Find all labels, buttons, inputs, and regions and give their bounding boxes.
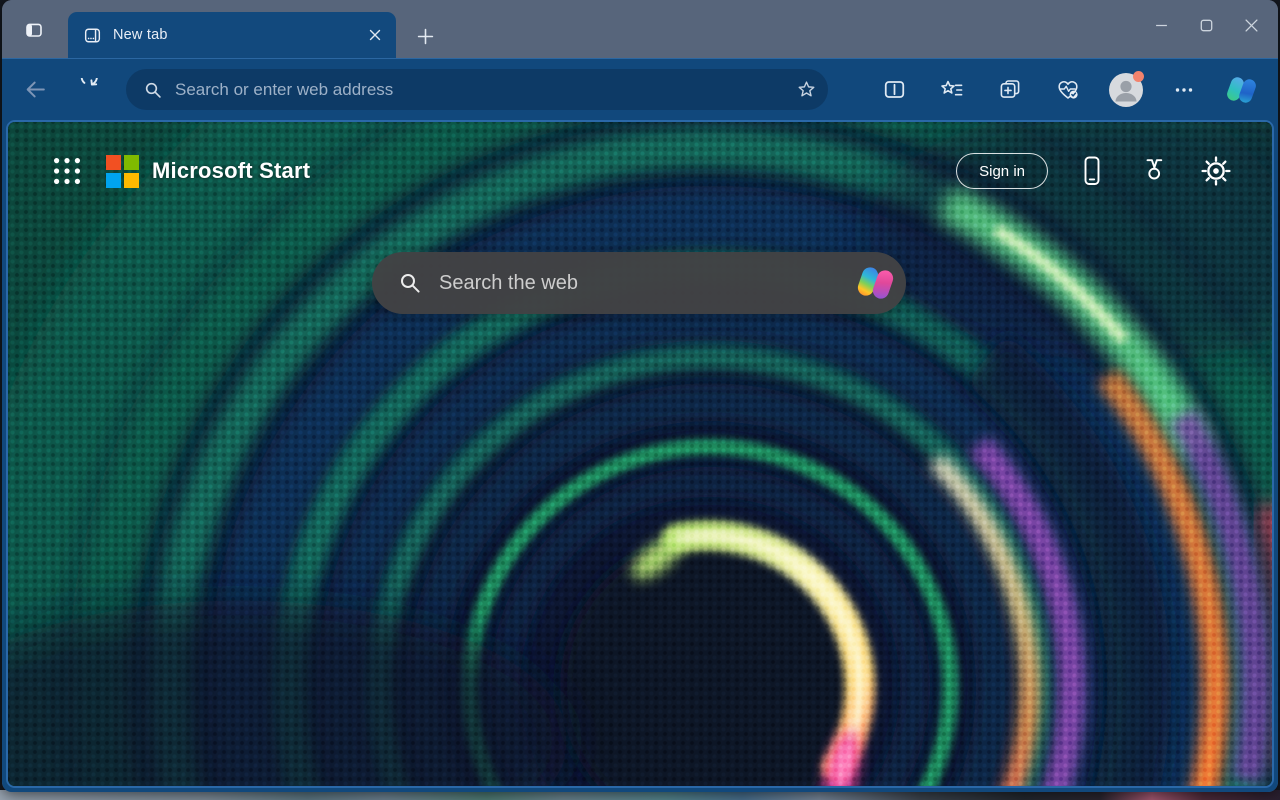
new-tab-page: Microsoft Start Sign in	[6, 120, 1274, 788]
tab-new-tab[interactable]: New tab	[68, 12, 396, 58]
minimize-icon[interactable]	[1139, 0, 1184, 50]
back-button[interactable]	[18, 73, 52, 107]
brand-title: Microsoft Start	[152, 158, 311, 183]
copilot-icon[interactable]	[1222, 71, 1262, 109]
more-options-ellipsis-icon[interactable]	[1164, 71, 1204, 109]
sign-in-label: Sign in	[979, 162, 1025, 180]
app-launcher-waffle-icon[interactable]	[52, 156, 82, 186]
address-input[interactable]	[175, 79, 790, 100]
notification-badge	[1133, 70, 1144, 82]
profile-avatar[interactable]	[1106, 70, 1146, 109]
refresh-button[interactable]	[70, 73, 104, 107]
titlebar: New tab	[2, 0, 1278, 58]
maximize-icon[interactable]	[1184, 0, 1229, 50]
new-tab-page-icon	[83, 26, 102, 45]
toolbar-icons	[874, 70, 1270, 109]
web-search-input[interactable]	[439, 271, 859, 295]
background-image	[8, 122, 1272, 786]
copilot-color-icon[interactable]	[855, 265, 896, 301]
collections-plus-icon[interactable]	[990, 71, 1030, 109]
microsoft-logo[interactable]	[106, 154, 139, 188]
toolbar	[2, 58, 1278, 120]
search-icon	[143, 80, 163, 100]
search-icon	[398, 271, 422, 295]
browser-essentials-heart-pulse-icon[interactable]	[1048, 71, 1088, 109]
settings-gear-icon[interactable]	[1198, 152, 1234, 190]
mobile-phone-icon[interactable]	[1074, 152, 1110, 190]
split-screen-icon[interactable]	[874, 71, 914, 109]
close-window-icon[interactable]	[1229, 0, 1274, 50]
tab-actions-menu-icon[interactable]	[16, 12, 52, 48]
content-frame: Microsoft Start Sign in	[2, 120, 1278, 792]
new-tab-button[interactable]	[408, 20, 442, 52]
add-favorite-star-icon[interactable]	[790, 74, 822, 106]
tab-close-icon[interactable]	[362, 22, 388, 48]
favorites-star-list-icon[interactable]	[932, 71, 972, 109]
address-bar[interactable]	[126, 69, 828, 110]
tab-label: New tab	[113, 27, 168, 43]
sign-in-button[interactable]: Sign in	[956, 153, 1048, 189]
browser-window: New tab Search or enter web address Micr…	[2, 0, 1278, 792]
window-controls	[1139, 0, 1274, 52]
rewards-medal-icon[interactable]	[1136, 152, 1172, 190]
web-search-box[interactable]	[372, 252, 906, 314]
start-page-header: Microsoft Start Sign in	[8, 148, 1272, 194]
